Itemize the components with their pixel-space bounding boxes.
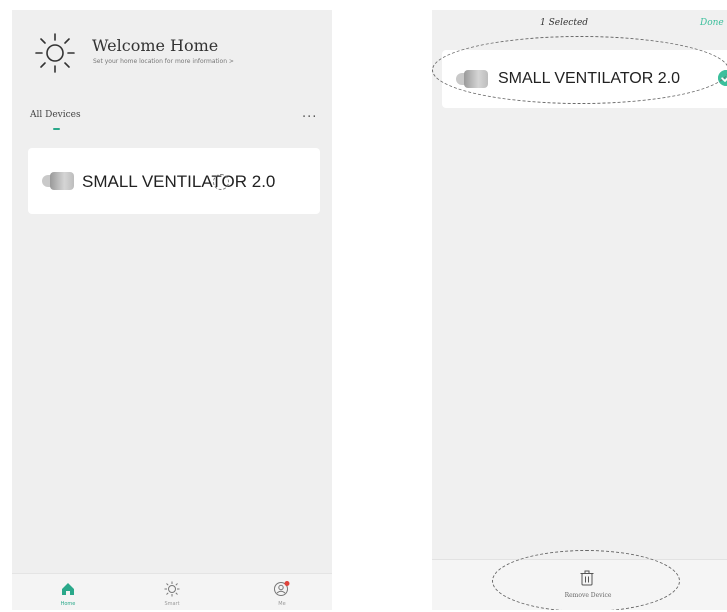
nav-smart-label: Smart — [164, 601, 180, 607]
user-icon — [274, 581, 290, 596]
remove-device-button[interactable]: Remove Device — [548, 592, 628, 599]
nav-me-label: Me — [278, 601, 286, 607]
nav-home[interactable]: Home — [38, 574, 98, 610]
active-tab-indicator — [53, 128, 60, 130]
nav-me[interactable]: Me — [252, 574, 312, 610]
sun-icon — [35, 33, 75, 73]
selected-count: 1 Selected — [540, 18, 589, 28]
bottom-navigation: Home Smart Me — [12, 573, 332, 610]
trash-icon[interactable] — [580, 570, 594, 586]
device-card[interactable]: SMALL VENTILATOR 2.0 — [28, 148, 320, 214]
home-screen: Welcome Home Set your home location for … — [12, 10, 332, 610]
ventilator-device-icon — [42, 172, 78, 190]
home-icon — [62, 583, 74, 595]
tab-all-devices[interactable]: All Devices — [30, 110, 81, 120]
done-button[interactable]: Done — [700, 18, 724, 28]
device-name: SMALL VENTILATOR 2.0 — [82, 172, 276, 191]
welcome-title: Welcome Home — [92, 36, 219, 55]
remove-device-bar: Remove Device — [432, 550, 727, 610]
nav-home-label: Home — [60, 601, 76, 607]
set-location-link[interactable]: Set your home location for more informat… — [93, 58, 234, 65]
highlight-oval-device — [432, 36, 727, 104]
sun-icon — [164, 581, 180, 597]
nav-smart[interactable]: Smart — [142, 574, 202, 610]
edit-devices-screen: 1 Selected Done SMALL VENTILATOR 2.0 Rem… — [432, 10, 727, 610]
touch-indicator — [213, 174, 229, 190]
more-options-button[interactable]: ... — [302, 106, 317, 121]
